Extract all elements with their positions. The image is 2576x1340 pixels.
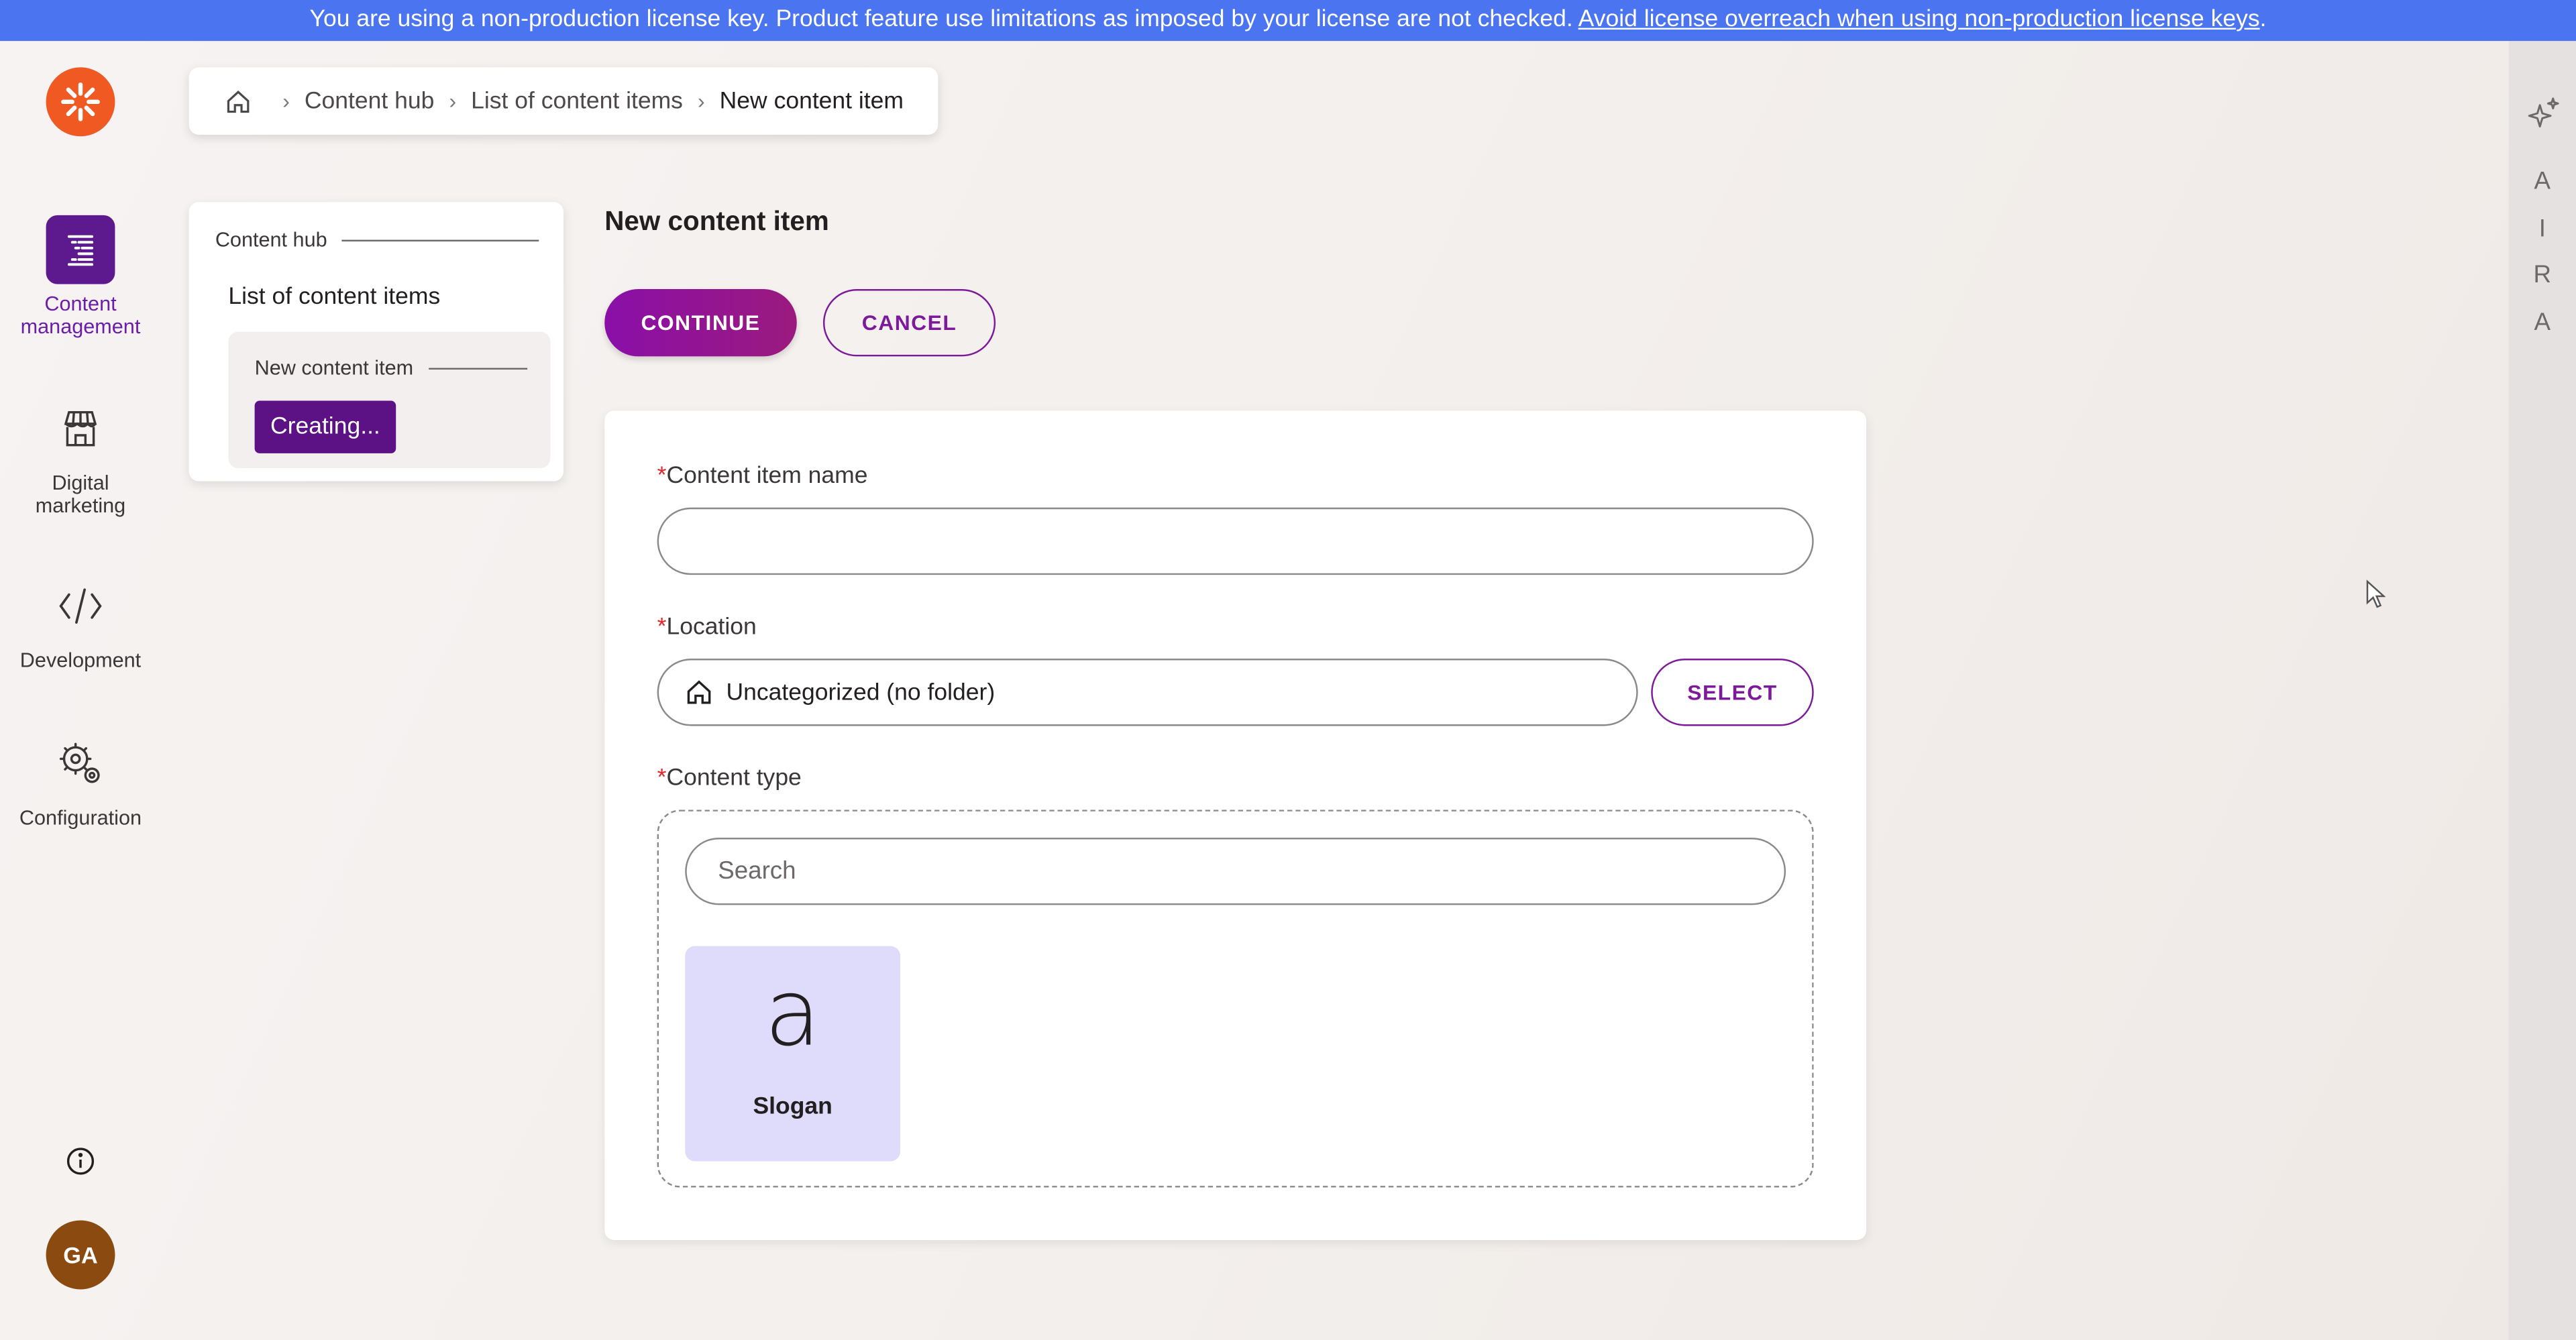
cancel-button[interactable]: CANCEL xyxy=(822,289,996,357)
breadcrumb-separator-icon: › xyxy=(697,89,705,113)
aira-letter: R xyxy=(2533,261,2552,290)
location-label-text: Location xyxy=(666,614,757,641)
license-warning-text: You are using a non-production license k… xyxy=(309,6,1573,33)
tree-divider xyxy=(428,367,527,369)
required-mark: * xyxy=(657,614,667,641)
content-item-name-label-text: Content item name xyxy=(666,463,868,490)
content-item-name-label: *Content item name xyxy=(657,463,868,490)
required-mark: * xyxy=(657,463,667,490)
content-type-selector: a Slogan xyxy=(657,809,1814,1188)
tree-divider xyxy=(341,239,539,241)
select-location-button[interactable]: SELECT xyxy=(1651,659,1814,726)
nav-item-development[interactable]: Development xyxy=(0,571,161,672)
home-icon[interactable] xyxy=(225,88,252,114)
nav-label-configuration: Configuration xyxy=(19,806,142,830)
avatar-initials: GA xyxy=(63,1241,98,1268)
nav-item-content-management[interactable]: Content management xyxy=(0,215,161,339)
nav-label-development: Development xyxy=(19,649,142,672)
breadcrumb-separator-icon: › xyxy=(449,89,457,113)
content-type-label-text: Content type xyxy=(666,765,802,792)
storefront-icon xyxy=(46,394,115,463)
sparkle-icon[interactable] xyxy=(2525,95,2561,131)
left-navigation: Content management Digital marketing Dev… xyxy=(0,41,161,1340)
page-title: New content item xyxy=(604,207,829,237)
nav-item-configuration[interactable]: Configuration xyxy=(0,729,161,830)
aira-label: A I R A xyxy=(2509,160,2576,347)
breadcrumb-item-list-of-content-items[interactable]: List of content items xyxy=(471,88,683,114)
app-logo[interactable] xyxy=(46,67,115,137)
tree-root-label: Content hub xyxy=(215,228,327,252)
home-icon xyxy=(687,680,711,704)
content-tree-panel: Content hub List of content items New co… xyxy=(189,202,564,482)
license-warning-trailing: . xyxy=(2259,6,2267,33)
license-warning-link[interactable]: Avoid license overreach when using non-p… xyxy=(1578,7,2260,33)
location-label: *Location xyxy=(657,614,757,640)
required-mark: * xyxy=(657,765,667,792)
new-content-item-form: *Content item name *Location Uncategoriz… xyxy=(604,410,1867,1240)
tree-child-title: New content item xyxy=(254,356,527,380)
aira-side-panel[interactable]: A I R A xyxy=(2508,41,2576,1340)
content-item-name-input[interactable] xyxy=(657,507,1814,575)
nav-label-digital-marketing: Digital marketing xyxy=(35,471,126,518)
tree-child-label: New content item xyxy=(254,356,414,380)
content-type-search-input[interactable] xyxy=(685,837,1786,905)
content-type-tile-slogan[interactable]: a Slogan xyxy=(685,946,901,1162)
continue-button[interactable]: CONTINUE xyxy=(604,289,797,357)
logo-icon xyxy=(61,82,100,121)
tree-root-content-hub[interactable]: Content hub xyxy=(215,228,539,252)
tree-item-new-content-item: New content item Creating... xyxy=(228,331,551,468)
breadcrumb: › Content hub › List of content items › … xyxy=(189,67,938,135)
nav-label-content-management: Content management xyxy=(20,292,141,339)
code-icon xyxy=(46,571,115,640)
creating-status-badge[interactable]: Creating... xyxy=(254,400,396,453)
tree-item-list-of-content-items[interactable]: List of content items xyxy=(228,284,440,311)
aira-letter: I xyxy=(2538,214,2546,243)
location-field[interactable]: Uncategorized (no folder) xyxy=(657,659,1638,726)
content-management-icon xyxy=(46,215,115,284)
nav-item-digital-marketing[interactable]: Digital marketing xyxy=(0,394,161,518)
breadcrumb-item-content-hub[interactable]: Content hub xyxy=(305,88,435,114)
license-warning-bar: You are using a non-production license k… xyxy=(0,0,2576,42)
content-type-label: *Content type xyxy=(657,765,802,791)
breadcrumb-item-current: New content item xyxy=(719,88,904,115)
breadcrumb-separator-icon: › xyxy=(282,89,290,113)
content-type-name: Slogan xyxy=(753,1094,833,1121)
mouse-cursor-icon xyxy=(2366,579,2385,608)
location-value: Uncategorized (no folder) xyxy=(726,679,996,706)
user-avatar[interactable]: GA xyxy=(46,1220,115,1290)
aira-letter: A xyxy=(2534,167,2551,196)
gear-icon xyxy=(46,729,115,798)
aira-letter: A xyxy=(2534,308,2551,336)
info-icon[interactable] xyxy=(64,1145,97,1178)
content-type-glyph: a xyxy=(764,960,821,1068)
